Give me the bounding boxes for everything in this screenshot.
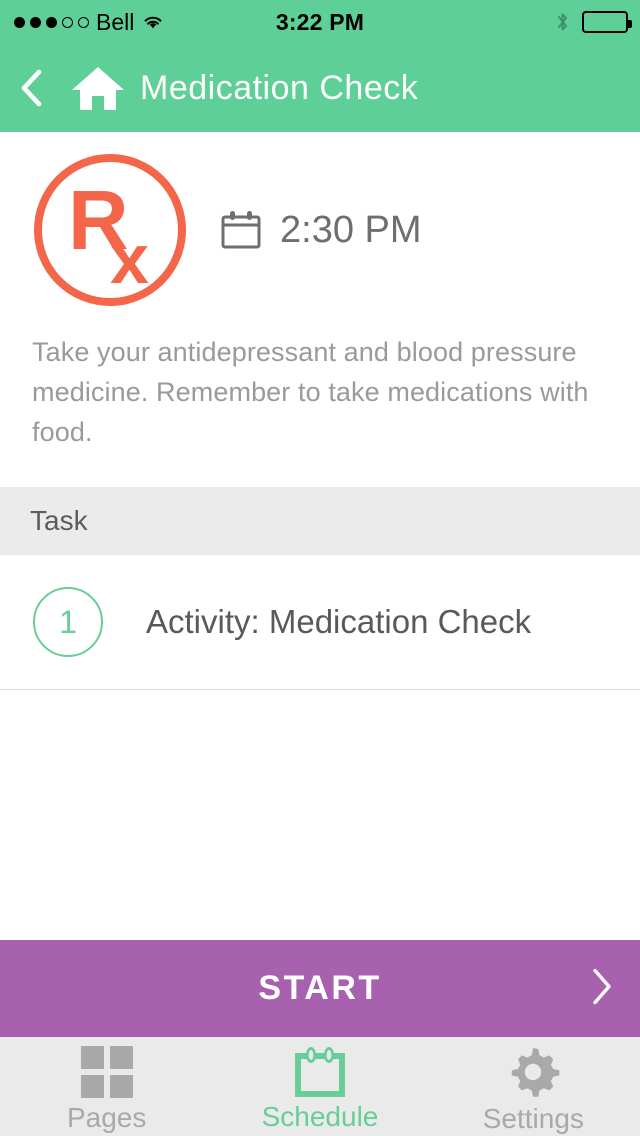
status-bar: Bell 3:22 PM	[0, 0, 640, 44]
bluetooth-icon	[555, 11, 570, 33]
tab-schedule[interactable]: Schedule	[213, 1037, 426, 1136]
task-section-header: Task	[0, 487, 640, 555]
main-content: R x 2:30 PM Take your antidepressant and…	[0, 132, 640, 940]
prescription-rx-icon: R x	[34, 154, 186, 306]
calendar-icon	[294, 1046, 346, 1097]
start-button-label: START	[258, 969, 382, 1007]
tab-pages-label: Pages	[66, 1101, 147, 1133]
activity-description: Take your antidepressant and blood press…	[32, 337, 589, 447]
calendar-icon	[220, 209, 262, 251]
chevron-right-icon	[590, 966, 614, 1011]
back-button[interactable]	[0, 69, 62, 107]
grid-icon	[80, 1045, 133, 1098]
tab-settings[interactable]: Settings	[427, 1037, 640, 1136]
activity-summary: R x 2:30 PM	[0, 132, 640, 306]
task-section-label: Task	[30, 505, 88, 536]
task-number-badge: 1	[33, 587, 103, 657]
home-icon	[72, 67, 124, 110]
navigation-bar: Medication Check	[0, 44, 640, 132]
app-screen: Bell 3:22 PM Medication Check R x 2:30 P…	[0, 0, 640, 1136]
start-button[interactable]: START	[0, 940, 640, 1037]
status-bar-right	[555, 11, 632, 33]
bottom-tab-bar: Pages Schedule Settings	[0, 1037, 640, 1136]
scheduled-time-row: 2:30 PM	[220, 209, 422, 252]
rx-letter-x: x	[110, 220, 149, 298]
tab-settings-label: Settings	[482, 1102, 584, 1134]
page-title: Medication Check	[140, 68, 419, 107]
tab-schedule-label: Schedule	[261, 1100, 379, 1132]
task-list-item[interactable]: 1 Activity: Medication Check	[0, 555, 640, 690]
home-button[interactable]	[62, 64, 134, 112]
chevron-left-icon	[21, 69, 42, 107]
scheduled-time: 2:30 PM	[280, 208, 422, 251]
gear-icon	[506, 1045, 560, 1099]
battery-full-icon	[582, 11, 632, 33]
status-bar-clock: 3:22 PM	[275, 8, 365, 35]
tab-pages[interactable]: Pages	[0, 1037, 213, 1136]
task-label: Activity: Medication Check	[146, 603, 532, 640]
